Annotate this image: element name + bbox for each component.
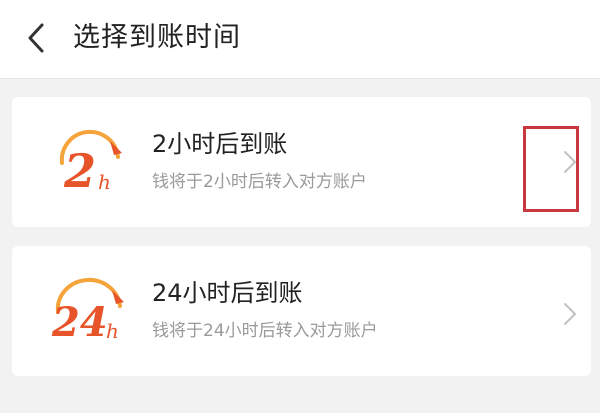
app-header: 选择到账时间: [0, 0, 600, 79]
option-description: 钱将于24小时后转入对方账户: [152, 321, 378, 341]
logo-2h-icon: 2 h: [59, 129, 122, 198]
page-title: 选择到账时间: [73, 22, 241, 53]
option-description: 钱将于2小时后转入对方账户: [152, 172, 367, 192]
back-button[interactable]: [18, 17, 58, 59]
logo-number: 24: [51, 299, 108, 346]
chevron-left-icon: [28, 23, 44, 53]
logo-unit: h: [106, 319, 119, 343]
logo-24h-icon: 24 h: [51, 277, 124, 346]
logo-number: 2: [63, 144, 96, 198]
highlight-annotation-box: [523, 126, 579, 212]
option-24h-card[interactable]: 24 h 24小时后到账 钱将于24小时后转入对方账户: [12, 246, 591, 376]
logo-unit: h: [98, 170, 111, 194]
chevron-right-icon[interactable]: [562, 301, 578, 327]
option-title: 2小时后到账: [152, 130, 288, 158]
option-title: 24小时后到账: [152, 279, 303, 307]
option-2h-card[interactable]: 2 h 2小时后到账 钱将于2小时后转入对方账户: [12, 97, 591, 227]
